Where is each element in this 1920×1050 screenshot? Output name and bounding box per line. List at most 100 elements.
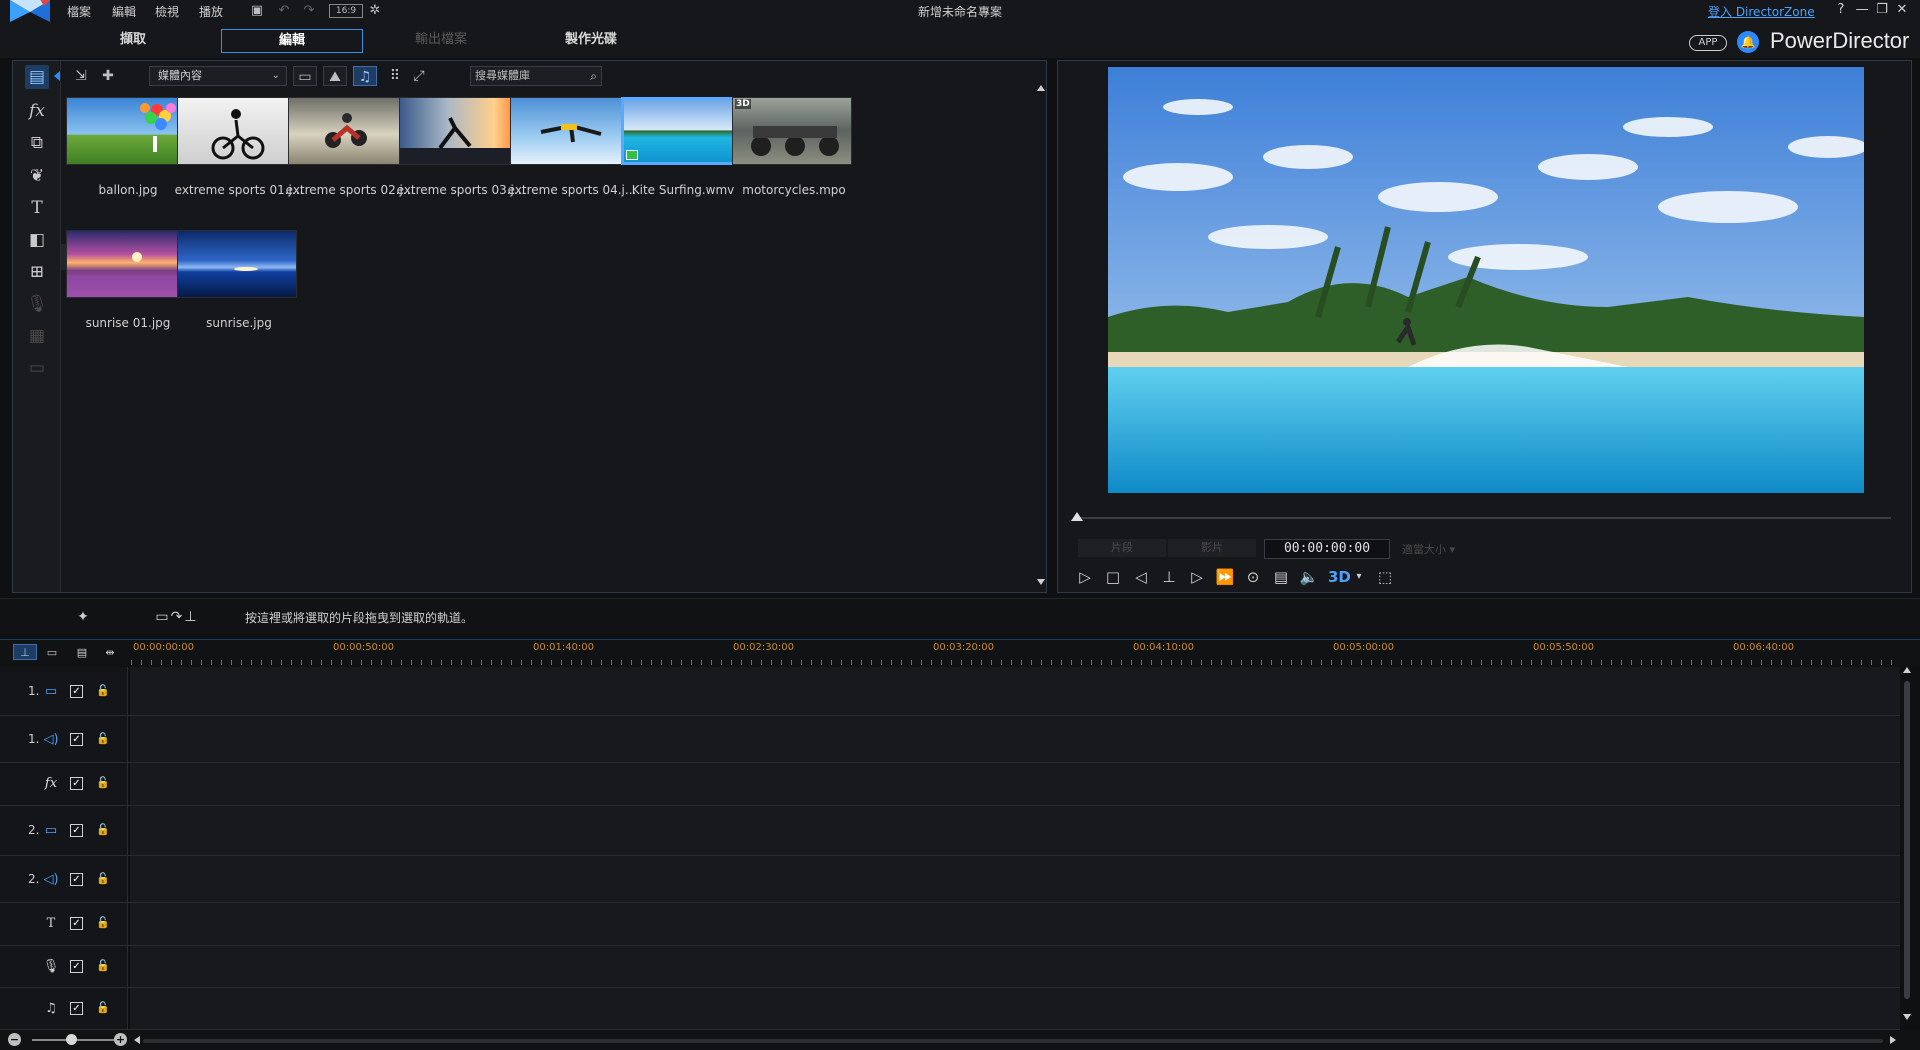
search-icon[interactable]: ⌕ xyxy=(590,67,597,85)
media-item-kite-surfing[interactable]: Kite Surfing.wmv xyxy=(616,97,741,207)
zoom-in-icon[interactable]: + xyxy=(114,1033,127,1046)
preview-zoom-select[interactable]: 適當大小 ▾ xyxy=(1402,541,1455,557)
3d-mode-button[interactable]: 3D xyxy=(1328,566,1351,588)
lock-icon[interactable]: 🔓 xyxy=(96,776,110,790)
lock-icon[interactable]: 🔓 xyxy=(96,823,110,837)
preview-scrub-handle[interactable] xyxy=(1071,512,1083,521)
filter-video-icon[interactable]: ▭ xyxy=(293,66,317,86)
app-badge[interactable]: APP xyxy=(1689,35,1727,51)
particle-room-icon[interactable]: ❦ xyxy=(25,164,49,188)
tab-create-disc[interactable]: 製作光碟 xyxy=(520,29,662,53)
track-body[interactable] xyxy=(130,903,1900,945)
filter-audio-icon[interactable]: ♫ xyxy=(353,66,377,86)
timeline-zoom-handle[interactable] xyxy=(66,1034,77,1045)
media-item-extreme-sports-04[interactable]: extreme sports 04.j... xyxy=(505,97,636,207)
track-enable-checkbox[interactable]: ✓ xyxy=(70,1002,83,1015)
fast-forward-icon[interactable]: ⏩ xyxy=(1214,566,1236,588)
view-grid-icon[interactable]: ⠿ xyxy=(383,66,407,86)
storyboard-view-icon[interactable]: ▭ xyxy=(40,644,64,660)
movie-mode-button[interactable]: 影片 xyxy=(1168,539,1256,557)
track-body[interactable] xyxy=(130,988,1900,1029)
lock-icon[interactable]: 🔓 xyxy=(96,732,110,746)
undock-preview-icon[interactable]: ⬚ xyxy=(1374,566,1396,588)
track-enable-checkbox[interactable]: ✓ xyxy=(70,685,83,698)
scroll-left-icon[interactable] xyxy=(134,1036,140,1044)
help-button[interactable]: ? xyxy=(1832,1,1850,19)
scroll-down-icon[interactable] xyxy=(1037,579,1045,585)
snapshot-camera-icon[interactable]: ⊙ xyxy=(1242,566,1264,588)
timeline-vertical-scrollbar[interactable] xyxy=(1901,667,1913,1020)
timecode-display[interactable]: 00:00:00:00 xyxy=(1264,539,1390,559)
track-enable-checkbox[interactable]: ✓ xyxy=(70,777,83,790)
media-item-sunrise[interactable]: sunrise.jpg xyxy=(172,230,297,340)
timeline-view-icon[interactable]: ⊥ xyxy=(13,644,37,660)
preview-scrub-track[interactable] xyxy=(1076,517,1891,519)
track-body[interactable] xyxy=(130,667,1900,715)
track-manager-icon[interactable]: ▤ xyxy=(70,644,94,660)
play-icon[interactable]: ▷ xyxy=(1074,566,1096,588)
add-to-track-icon[interactable]: ▭↷⊥ xyxy=(145,607,209,627)
restore-button[interactable]: ❐ xyxy=(1873,1,1891,19)
library-scrollbar[interactable] xyxy=(1035,85,1046,585)
track-enable-checkbox[interactable]: ✓ xyxy=(70,873,83,886)
scroll-thumb[interactable] xyxy=(1904,681,1910,999)
media-item-ballon[interactable]: ballon.jpg xyxy=(61,97,186,207)
directorzone-login-link[interactable]: 登入 DirectorZone xyxy=(1708,3,1815,20)
search-input[interactable]: 搜尋媒體庫 ⌕ xyxy=(470,66,602,86)
next-frame-icon[interactable]: ▷ xyxy=(1186,566,1208,588)
plugins-icon[interactable]: ✚ xyxy=(96,66,120,86)
close-button[interactable]: ✕ xyxy=(1893,1,1911,19)
scroll-up-icon[interactable] xyxy=(1903,667,1911,673)
media-item-sunrise-01[interactable]: sunrise 01.jpg xyxy=(61,230,186,340)
zoom-out-icon[interactable]: − xyxy=(8,1033,21,1046)
scroll-up-icon[interactable] xyxy=(1037,85,1045,91)
subtitles-icon[interactable]: ▤ xyxy=(1270,566,1292,588)
3d-options-chevron-icon[interactable]: ▾ xyxy=(1348,566,1370,588)
track-enable-checkbox[interactable]: ✓ xyxy=(70,733,83,746)
track-body[interactable] xyxy=(130,946,1900,987)
lock-icon[interactable]: 🔓 xyxy=(96,684,110,698)
pip-room-icon[interactable]: ⧉ xyxy=(25,131,49,155)
track-enable-checkbox[interactable]: ✓ xyxy=(70,960,83,973)
import-media-icon[interactable]: ⇲ xyxy=(69,66,93,86)
fit-timeline-icon[interactable]: ⇹ xyxy=(98,644,122,660)
track-body[interactable] xyxy=(130,763,1900,805)
chapter-room-icon[interactable]: ▦ xyxy=(25,324,49,348)
scroll-down-icon[interactable] xyxy=(1903,1014,1911,1020)
notification-bell-icon[interactable]: 🔔 xyxy=(1737,31,1759,53)
voiceover-room-icon[interactable]: 🎙 xyxy=(25,292,49,316)
track-enable-checkbox[interactable]: ✓ xyxy=(70,917,83,930)
magic-tools-icon[interactable]: ✦ xyxy=(72,607,94,627)
title-room-icon[interactable]: T xyxy=(25,196,49,220)
media-item-motorcycles[interactable]: 3D motorcycles.mpo xyxy=(727,97,852,207)
lock-icon[interactable]: 🔓 xyxy=(96,872,110,886)
audio-mixing-room-icon[interactable]: ⊞ xyxy=(25,260,49,284)
media-room-icon[interactable]: ▤ xyxy=(25,65,49,89)
tab-edit[interactable]: 編輯 xyxy=(221,29,363,53)
lock-icon[interactable]: 🔓 xyxy=(96,1001,110,1015)
transition-room-icon[interactable]: ◧ xyxy=(25,228,49,252)
split-icon[interactable]: ⊥ xyxy=(1158,566,1180,588)
enlarge-icon[interactable]: ⤢ xyxy=(407,66,431,86)
lock-icon[interactable]: 🔓 xyxy=(96,916,110,930)
fx-room-icon[interactable]: fx xyxy=(25,99,49,123)
track-body[interactable] xyxy=(130,716,1900,762)
timeline-horizontal-scrollbar[interactable] xyxy=(143,1039,1883,1043)
stop-icon[interactable]: □ xyxy=(1102,566,1124,588)
media-content-select[interactable]: 媒體內容 ⌄ xyxy=(149,66,287,86)
filter-image-icon[interactable]: ⛰ xyxy=(323,66,347,86)
track-body[interactable] xyxy=(130,856,1900,902)
minimize-button[interactable]: — xyxy=(1853,1,1871,19)
scroll-right-icon[interactable] xyxy=(1890,1036,1896,1044)
lock-icon[interactable]: 🔓 xyxy=(96,959,110,973)
tab-produce[interactable]: 輸出檔案 xyxy=(370,29,512,53)
track-enable-checkbox[interactable]: ✓ xyxy=(70,824,83,837)
previous-frame-icon[interactable]: ◁ xyxy=(1130,566,1152,588)
volume-icon[interactable]: 🔈 xyxy=(1298,566,1320,588)
track-body[interactable] xyxy=(130,806,1900,855)
media-item-extreme-sports-02[interactable]: extreme sports 02.j... xyxy=(283,97,414,207)
tab-capture[interactable]: 擷取 xyxy=(62,29,204,53)
subtitle-room-icon[interactable]: ▭ xyxy=(25,356,49,380)
media-item-extreme-sports-03[interactable]: extreme sports 03.j... xyxy=(394,97,525,207)
timeline-ruler[interactable]: 00:00:00:00 00:00:50:00 00:01:40:00 00:0… xyxy=(131,640,1901,667)
